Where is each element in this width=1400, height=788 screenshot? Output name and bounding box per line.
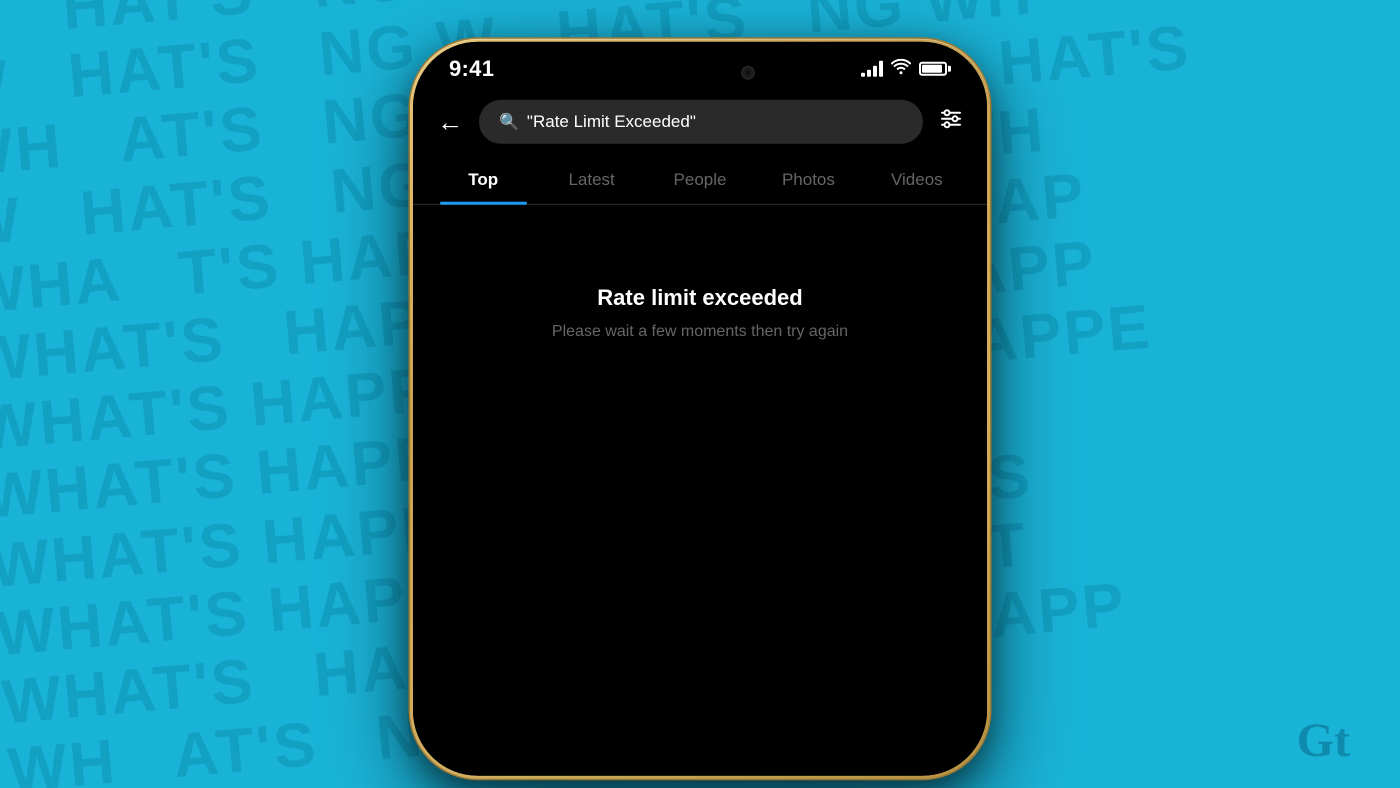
battery-icon — [919, 62, 951, 76]
search-query-text: "Rate Limit Exceeded" — [527, 112, 696, 132]
screen-content: 9:41 — [413, 42, 987, 776]
status-bar: 9:41 — [413, 42, 987, 90]
dynamic-island — [635, 54, 765, 92]
error-subtitle: Please wait a few moments then try again — [552, 323, 848, 341]
filter-button[interactable] — [935, 103, 967, 141]
wifi-icon — [891, 58, 911, 79]
status-icons — [861, 58, 951, 79]
phone-frame: 9:41 — [410, 39, 990, 779]
error-content: Rate limit exceeded Please wait a few mo… — [413, 205, 987, 776]
status-time: 9:41 — [449, 56, 494, 82]
search-icon: 🔍 — [499, 112, 519, 132]
search-bar[interactable]: 🔍 "Rate Limit Exceeded" — [479, 100, 923, 144]
tab-top[interactable]: Top — [429, 158, 537, 204]
tabs-container: Top Latest People Photos Videos — [413, 158, 987, 205]
watermark: Gt — [1297, 713, 1350, 768]
back-button[interactable]: ← — [433, 102, 467, 141]
phone-screen: 9:41 — [413, 42, 987, 776]
camera-icon — [741, 66, 755, 80]
phone-container: 9:41 — [410, 39, 990, 779]
tab-videos[interactable]: Videos — [863, 158, 971, 204]
search-area: ← 🔍 "Rate Limit Exceeded" — [413, 90, 987, 158]
tab-people[interactable]: People — [646, 158, 754, 204]
signal-bars-icon — [861, 61, 883, 77]
tab-photos[interactable]: Photos — [754, 158, 862, 204]
tab-latest[interactable]: Latest — [537, 158, 645, 204]
error-title: Rate limit exceeded — [597, 285, 802, 311]
